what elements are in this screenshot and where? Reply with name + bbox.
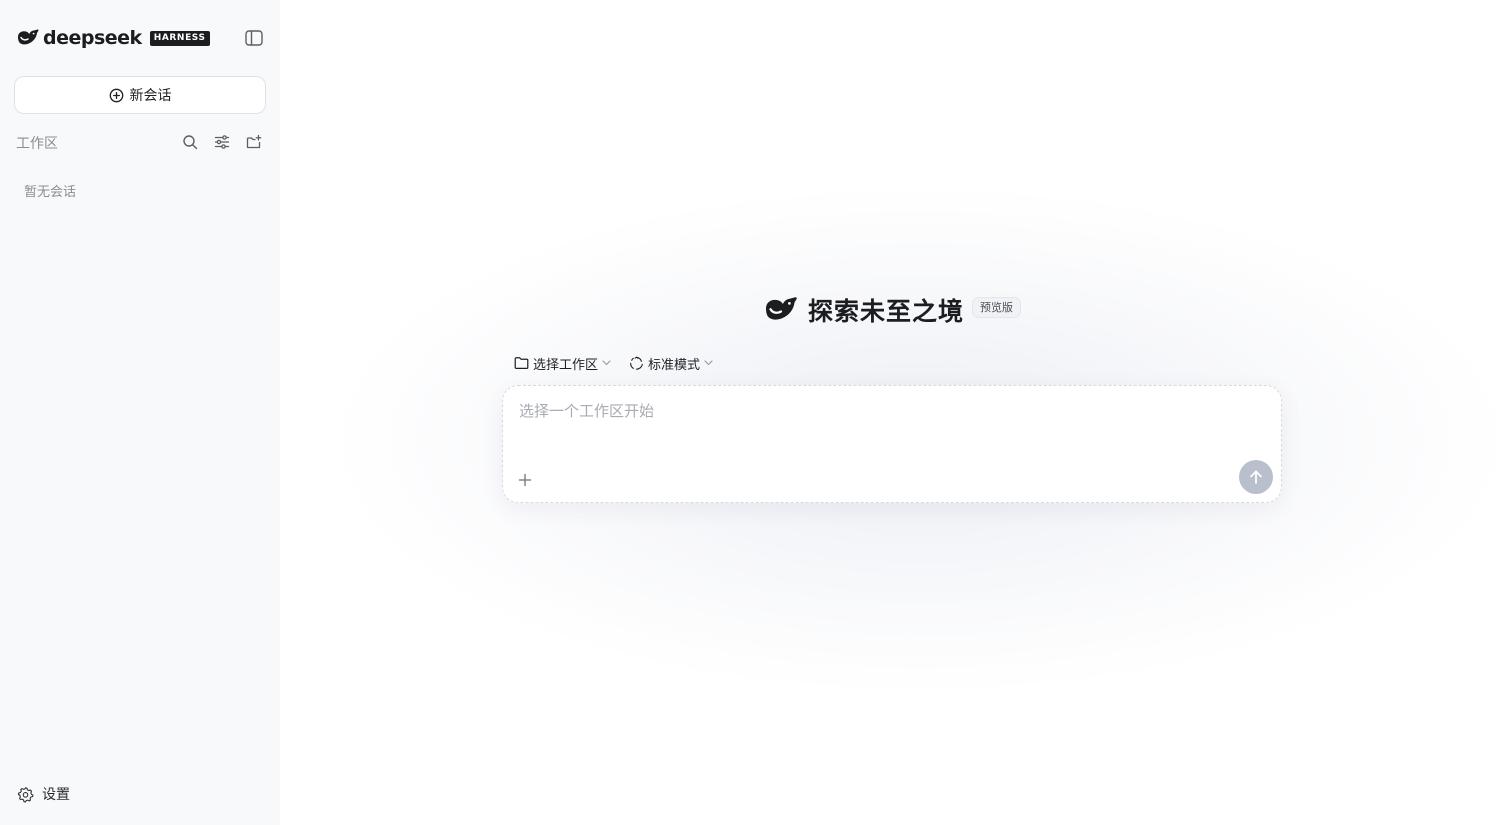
prompt-input[interactable]	[519, 400, 1219, 440]
new-chat-button[interactable]: 新会话	[14, 76, 266, 114]
empty-conversations-text: 暂无会话	[24, 185, 77, 200]
brand-name: deepseek	[43, 27, 142, 49]
composer	[502, 385, 1282, 503]
mode-select[interactable]: 标准模式	[629, 354, 713, 373]
workspace-select-label: 选择工作区	[533, 357, 599, 373]
folder-icon	[514, 357, 529, 369]
sliders-icon	[214, 135, 230, 149]
workspace-header: 工作区	[16, 132, 266, 152]
main-content: 探索未至之境 预览版 选择工作区 标准模式 选择一个工作区开始	[280, 0, 1512, 825]
chevron-down-icon	[704, 360, 713, 366]
workspace-title: 工作区	[16, 136, 58, 152]
new-chat-label: 新会话	[129, 88, 172, 104]
search-icon	[183, 135, 198, 150]
recycle-icon	[630, 356, 643, 370]
hero-title: 探索未至之境	[808, 297, 965, 326]
app-window: deepseek HARNESS 新会话 工作区 暂无会话 设置 探索未至之境 …	[0, 0, 1512, 825]
whale-logo-icon	[766, 297, 797, 320]
brand: deepseek HARNESS	[16, 27, 210, 49]
folder-plus-icon	[246, 134, 262, 149]
sidebar: deepseek HARNESS 新会话 工作区 暂无会话 设置	[0, 0, 280, 825]
brand-badge: HARNESS	[149, 30, 210, 46]
workspace-select[interactable]: 选择工作区	[514, 354, 611, 373]
chevron-down-icon	[602, 360, 611, 366]
plus-icon	[518, 473, 532, 487]
settings-label: 设置	[42, 787, 70, 803]
sidebar-toggle-button[interactable]	[243, 28, 265, 48]
composer-toolbar: 选择工作区 标准模式	[514, 353, 713, 373]
send-button[interactable]	[1239, 460, 1273, 494]
mode-select-label: 标准模式	[648, 357, 701, 373]
workspace-filter-button[interactable]	[212, 132, 232, 152]
whale-logo-icon	[18, 29, 39, 45]
attach-button[interactable]	[513, 468, 537, 492]
sidebar-toggle-icon	[245, 30, 263, 46]
hero: 探索未至之境 预览版	[762, 290, 1022, 330]
preview-badge: 预览版	[972, 296, 1022, 318]
gear-icon	[17, 786, 34, 802]
settings-button[interactable]: 设置	[17, 784, 70, 804]
workspace-new-folder-button[interactable]	[244, 132, 264, 152]
arrow-up-icon	[1250, 470, 1262, 484]
workspace-search-button[interactable]	[180, 132, 200, 152]
plus-circle-icon	[109, 88, 123, 102]
